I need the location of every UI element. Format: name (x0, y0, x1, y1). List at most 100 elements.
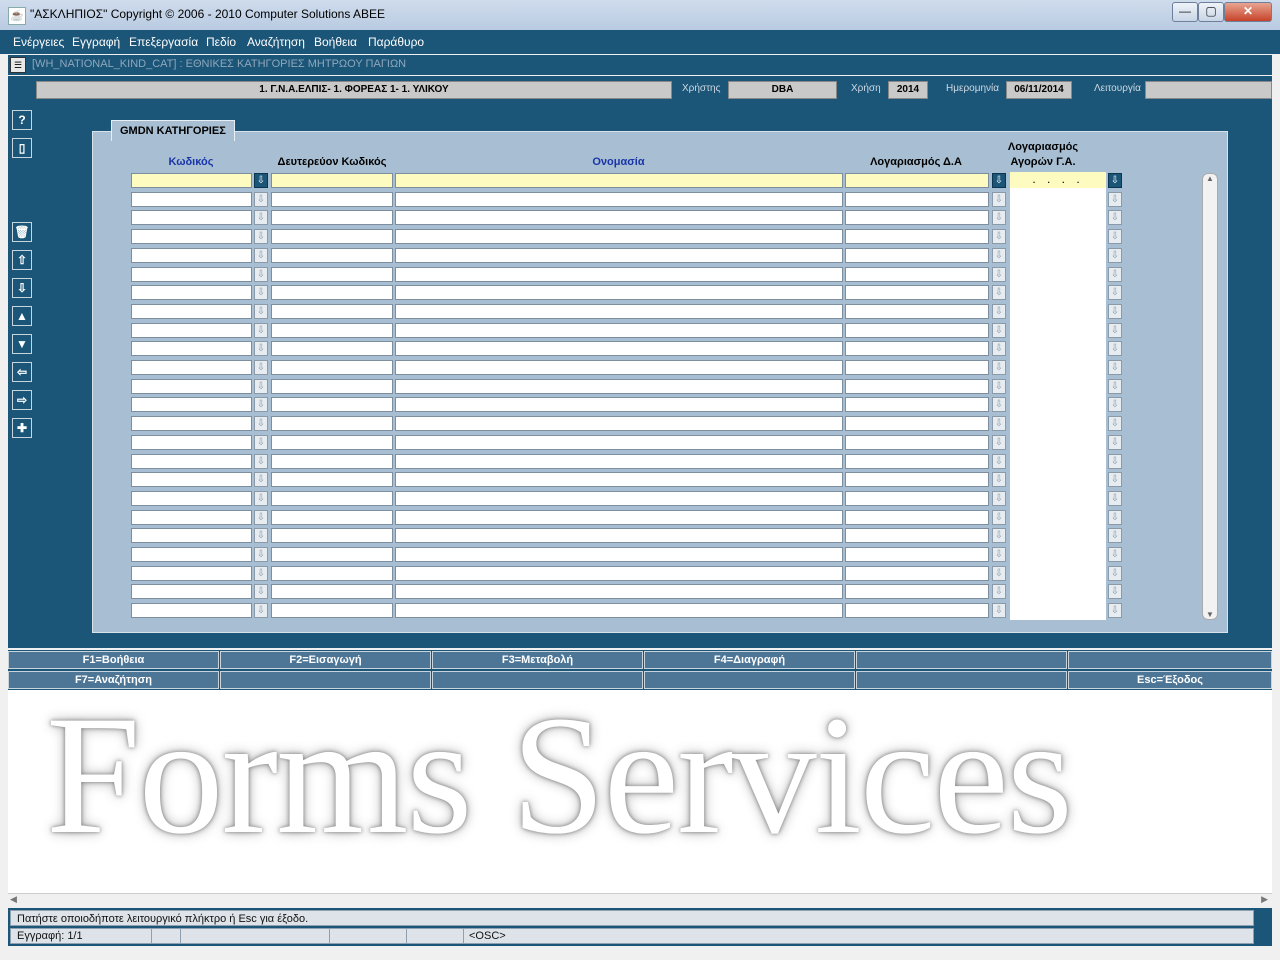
account-ga-lov-icon[interactable]: ⇩ (1108, 547, 1122, 562)
name-cell[interactable] (395, 248, 843, 263)
code-lov-icon[interactable]: ⇩ (254, 192, 268, 207)
name-cell[interactable] (395, 547, 843, 562)
account-ga-lov-icon[interactable]: ⇩ (1108, 566, 1122, 581)
name-cell[interactable] (395, 584, 843, 599)
code-lov-icon[interactable]: ⇩ (254, 547, 268, 562)
code-cell[interactable] (131, 248, 252, 263)
code-cell[interactable] (131, 192, 252, 207)
account-ga-lov-icon[interactable]: ⇩ (1108, 267, 1122, 282)
arrow-right-icon[interactable]: ⇨ (12, 390, 32, 410)
account-da-lov-icon[interactable]: ⇩ (992, 173, 1006, 188)
code-cell[interactable] (131, 323, 252, 338)
scroll-down-icon[interactable]: ▼ (1204, 610, 1216, 619)
code-lov-icon[interactable]: ⇩ (254, 210, 268, 225)
account-da-lov-icon[interactable]: ⇩ (992, 454, 1006, 469)
menu-record[interactable]: Εγγραφή (72, 35, 120, 49)
account-da-cell[interactable] (845, 510, 989, 525)
name-cell[interactable] (395, 528, 843, 543)
code-cell[interactable] (131, 566, 252, 581)
name-cell[interactable] (395, 360, 843, 375)
code-lov-icon[interactable]: ⇩ (254, 379, 268, 394)
function-key-empty[interactable] (856, 651, 1067, 669)
account-da-lov-icon[interactable]: ⇩ (992, 360, 1006, 375)
account-da-cell[interactable] (845, 491, 989, 506)
plus-icon[interactable]: ✚ (12, 418, 32, 438)
function-key-empty[interactable] (644, 671, 855, 689)
secondary-code-cell[interactable] (271, 323, 393, 338)
secondary-code-cell[interactable] (271, 285, 393, 300)
secondary-code-cell[interactable] (271, 510, 393, 525)
name-cell[interactable] (395, 491, 843, 506)
code-lov-icon[interactable]: ⇩ (254, 528, 268, 543)
name-cell[interactable] (395, 285, 843, 300)
f4-delete-button[interactable]: F4=Διαγραφή (644, 651, 855, 669)
secondary-code-cell[interactable] (271, 304, 393, 319)
menu-field[interactable]: Πεδίο (206, 35, 236, 49)
account-da-cell[interactable] (845, 397, 989, 412)
code-lov-icon[interactable]: ⇩ (254, 248, 268, 263)
secondary-code-cell[interactable] (271, 435, 393, 450)
account-da-lov-icon[interactable]: ⇩ (992, 379, 1006, 394)
account-da-lov-icon[interactable]: ⇩ (992, 547, 1006, 562)
code-lov-icon[interactable]: ⇩ (254, 435, 268, 450)
name-cell[interactable] (395, 510, 843, 525)
account-da-cell[interactable] (845, 454, 989, 469)
name-cell[interactable] (395, 173, 843, 188)
account-da-lov-icon[interactable]: ⇩ (992, 267, 1006, 282)
secondary-code-cell[interactable] (271, 566, 393, 581)
name-cell[interactable] (395, 304, 843, 319)
name-cell[interactable] (395, 435, 843, 450)
account-ga-lov-icon[interactable]: ⇩ (1108, 510, 1122, 525)
account-da-cell[interactable] (845, 341, 989, 356)
secondary-code-cell[interactable] (271, 248, 393, 263)
name-cell[interactable] (395, 416, 843, 431)
code-lov-icon[interactable]: ⇩ (254, 341, 268, 356)
account-da-lov-icon[interactable]: ⇩ (992, 528, 1006, 543)
account-ga-lov-icon[interactable]: ⇩ (1108, 435, 1122, 450)
vertical-scrollbar[interactable]: ▲ ▼ (1202, 173, 1218, 620)
account-ga-lov-icon[interactable]: ⇩ (1108, 192, 1122, 207)
secondary-code-cell[interactable] (271, 173, 393, 188)
account-da-cell[interactable] (845, 547, 989, 562)
account-ga-lov-icon[interactable]: ⇩ (1108, 491, 1122, 506)
help-icon[interactable]: ? (12, 110, 32, 130)
account-ga-lov-icon[interactable]: ⇩ (1108, 173, 1122, 188)
account-da-lov-icon[interactable]: ⇩ (992, 603, 1006, 618)
function-key-empty[interactable] (432, 671, 643, 689)
code-cell[interactable] (131, 584, 252, 599)
name-cell[interactable] (395, 323, 843, 338)
account-da-lov-icon[interactable]: ⇩ (992, 304, 1006, 319)
account-da-lov-icon[interactable]: ⇩ (992, 435, 1006, 450)
secondary-code-cell[interactable] (271, 379, 393, 394)
account-ga-lov-icon[interactable]: ⇩ (1108, 528, 1122, 543)
account-ga-lov-icon[interactable]: ⇩ (1108, 584, 1122, 599)
account-ga-lov-icon[interactable]: ⇩ (1108, 379, 1122, 394)
account-da-cell[interactable] (845, 603, 989, 618)
secondary-code-cell[interactable] (271, 472, 393, 487)
secondary-code-cell[interactable] (271, 210, 393, 225)
secondary-code-cell[interactable] (271, 454, 393, 469)
account-da-cell[interactable] (845, 229, 989, 244)
code-cell[interactable] (131, 547, 252, 562)
code-cell[interactable] (131, 229, 252, 244)
name-cell[interactable] (395, 566, 843, 581)
account-da-cell[interactable] (845, 210, 989, 225)
account-da-lov-icon[interactable]: ⇩ (992, 416, 1006, 431)
account-ga-lov-icon[interactable]: ⇩ (1108, 285, 1122, 300)
secondary-code-cell[interactable] (271, 603, 393, 618)
function-key-empty[interactable] (220, 671, 431, 689)
code-cell[interactable] (131, 341, 252, 356)
code-cell[interactable] (131, 510, 252, 525)
triangle-down-icon[interactable]: ▼ (12, 334, 32, 354)
scroll-up-icon[interactable]: ▲ (1204, 174, 1216, 183)
account-da-cell[interactable] (845, 304, 989, 319)
menu-search[interactable]: Αναζήτηση (247, 35, 305, 49)
function-key-empty[interactable] (1068, 651, 1272, 669)
book-icon[interactable]: ▯ (12, 138, 32, 158)
code-lov-icon[interactable]: ⇩ (254, 323, 268, 338)
secondary-code-cell[interactable] (271, 547, 393, 562)
account-da-lov-icon[interactable]: ⇩ (992, 248, 1006, 263)
scroll-right-icon[interactable]: ▶ (1261, 894, 1268, 905)
name-cell[interactable] (395, 603, 843, 618)
code-lov-icon[interactable]: ⇩ (254, 416, 268, 431)
